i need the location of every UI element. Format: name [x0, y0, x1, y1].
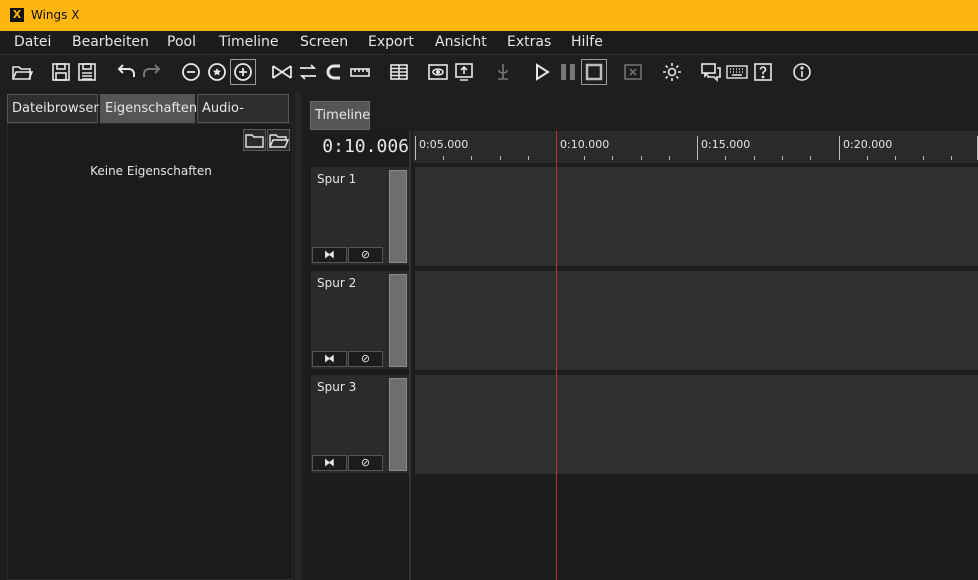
left-panel: Dateibrowser Eigenschaften Audio-Plugins…	[7, 92, 293, 580]
open-folder-button-icon[interactable]	[267, 129, 290, 151]
track-volume-slider[interactable]	[389, 378, 407, 471]
mute-button[interactable]: ⊘	[348, 247, 383, 263]
ruler-icon[interactable]	[348, 60, 372, 84]
settings-icon[interactable]	[660, 60, 684, 84]
tab-timeline[interactable]: Timeline	[310, 101, 370, 130]
ruler-major-tick	[839, 136, 840, 160]
stop-icon[interactable]	[581, 59, 607, 85]
pause-icon[interactable]	[556, 60, 580, 84]
screen-icon[interactable]	[452, 60, 476, 84]
folder-icon[interactable]	[243, 129, 266, 151]
app-icon: X	[10, 8, 24, 22]
menu-pool[interactable]: Pool	[167, 34, 196, 50]
chat-icon[interactable]	[699, 60, 723, 84]
menu-bar: Datei Bearbeiten Pool Timeline Screen Ex…	[0, 31, 978, 55]
redo-icon[interactable]	[140, 60, 164, 84]
undo-icon[interactable]	[114, 60, 138, 84]
swap-icon[interactable]	[296, 60, 320, 84]
track-header[interactable]: Spur 3 ⧓ ⊘	[311, 375, 409, 473]
menu-screen[interactable]: Screen	[300, 34, 348, 50]
app-window: X Wings X Datei Bearbeiten Pool Timeline…	[0, 0, 978, 580]
mute-button[interactable]: ⊘	[348, 455, 383, 471]
solo-button[interactable]: ⧓	[312, 247, 347, 263]
zoom-in-icon[interactable]	[230, 59, 256, 85]
save-all-icon[interactable]	[75, 60, 99, 84]
track-volume-slider[interactable]	[389, 170, 407, 263]
play-icon[interactable]	[530, 60, 554, 84]
save-icon[interactable]	[49, 60, 73, 84]
track-name: Spur 3	[317, 380, 357, 394]
ruler-minor-tick	[782, 156, 783, 160]
ruler-minor-tick	[471, 156, 472, 160]
track-volume-slider[interactable]	[389, 274, 407, 367]
zoom-fit-icon[interactable]	[205, 60, 229, 84]
properties-panel: Keine Eigenschaften	[7, 123, 293, 580]
panel-splitter[interactable]	[295, 92, 301, 580]
tracks-divider	[409, 130, 411, 580]
track-lane[interactable]	[415, 167, 978, 266]
ruler-minor-tick	[810, 156, 811, 160]
track-name: Spur 1	[317, 172, 357, 186]
ruler-minor-tick	[500, 156, 501, 160]
ruler-major-tick	[415, 136, 416, 160]
ruler-major-tick	[697, 136, 698, 160]
ruler-minor-tick	[528, 156, 529, 160]
ruler-label: 0:20.000	[843, 138, 893, 151]
track-lane[interactable]	[415, 271, 978, 370]
ruler-minor-tick	[867, 156, 868, 160]
menu-bearbeiten[interactable]: Bearbeiten	[72, 34, 149, 50]
open-folder-icon[interactable]	[10, 60, 34, 84]
ruler-minor-tick	[754, 156, 755, 160]
audio-icon[interactable]	[491, 60, 515, 84]
track-lane[interactable]	[415, 375, 978, 474]
ruler-minor-tick	[443, 156, 444, 160]
tab-eigenschaften[interactable]: Eigenschaften	[100, 94, 197, 123]
menu-hilfe[interactable]: Hilfe	[571, 34, 603, 50]
crop-icon[interactable]	[270, 60, 294, 84]
menu-extras[interactable]: Extras	[507, 34, 551, 50]
title-bar[interactable]: X Wings X	[0, 0, 978, 31]
ruler-minor-tick	[951, 156, 952, 160]
mute-button[interactable]: ⊘	[348, 351, 383, 367]
playhead[interactable]	[556, 131, 557, 580]
track-header[interactable]: Spur 2 ⧓ ⊘	[311, 271, 409, 369]
time-ruler[interactable]: 0:05.000 0:10.000 0:15.000 0:20.000	[413, 131, 978, 163]
ruler-minor-tick	[584, 156, 585, 160]
solo-button[interactable]: ⧓	[312, 455, 347, 471]
ruler-minor-tick	[725, 156, 726, 160]
grid-icon[interactable]	[387, 60, 411, 84]
track-header[interactable]: Spur 1 ⧓ ⊘	[311, 167, 409, 265]
solo-button[interactable]: ⧓	[312, 351, 347, 367]
tab-audio-plugins[interactable]: Audio-Plugins	[197, 94, 289, 143]
keyboard-icon[interactable]	[725, 60, 749, 84]
menu-ansicht[interactable]: Ansicht	[435, 34, 487, 50]
menu-datei[interactable]: Datei	[14, 34, 51, 50]
ruler-label: 0:15.000	[701, 138, 751, 151]
preview-icon[interactable]	[426, 60, 450, 84]
menu-timeline[interactable]: Timeline	[219, 34, 279, 50]
ruler-minor-tick	[895, 156, 896, 160]
track-name: Spur 2	[317, 276, 357, 290]
ruler-label: 0:05.000	[419, 138, 469, 151]
ruler-minor-tick	[669, 156, 670, 160]
ruler-label: 0:10.000	[560, 138, 610, 151]
tab-dateibrowser[interactable]: Dateibrowser	[7, 94, 99, 123]
toolbar	[0, 56, 978, 88]
magnet-icon[interactable]	[322, 60, 346, 84]
help-icon[interactable]	[751, 60, 775, 84]
close-box-icon[interactable]	[621, 60, 645, 84]
info-icon[interactable]	[790, 60, 814, 84]
empty-properties-text: Keine Eigenschaften	[90, 164, 212, 178]
ruler-minor-tick	[641, 156, 642, 160]
ruler-minor-tick	[923, 156, 924, 160]
window-title: Wings X	[31, 8, 80, 22]
current-time-display: 0:10.006	[322, 136, 409, 157]
zoom-out-icon[interactable]	[179, 60, 203, 84]
ruler-minor-tick	[612, 156, 613, 160]
menu-export[interactable]: Export	[368, 34, 414, 50]
